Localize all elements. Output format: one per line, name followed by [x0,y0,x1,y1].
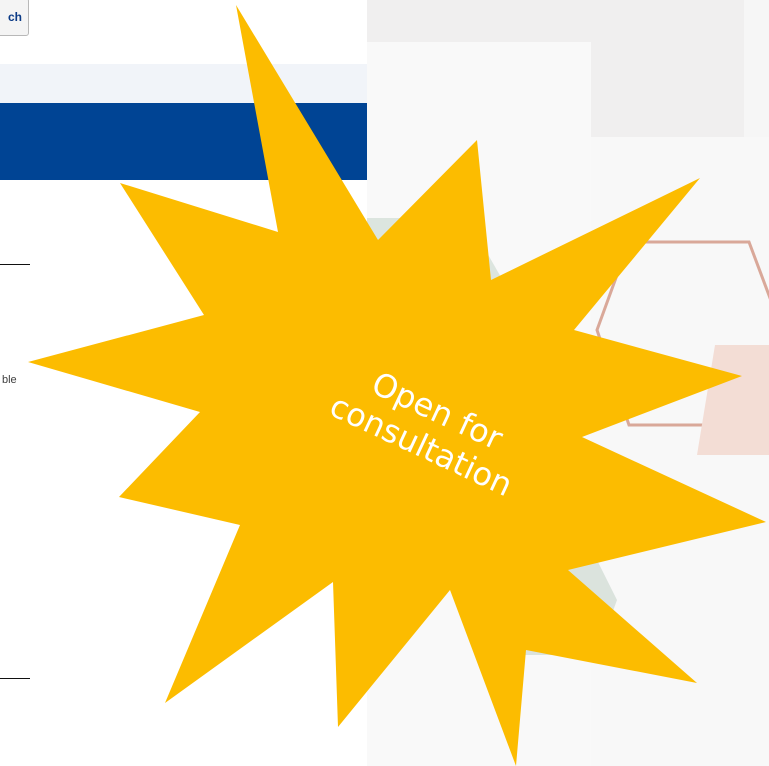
body-text-fragment: ble [2,374,17,386]
green-hexagon-shape [517,560,617,655]
search-button[interactable]: ch [0,0,29,36]
green-hexagon-shape [367,218,517,392]
section-divider [0,678,30,679]
background-panel [367,0,769,766]
navigation-bar [0,64,367,103]
salmon-hexagon-shape [697,345,769,455]
background-hexagons [367,218,769,655]
page-header-banner [0,103,367,180]
section-divider [0,264,30,265]
